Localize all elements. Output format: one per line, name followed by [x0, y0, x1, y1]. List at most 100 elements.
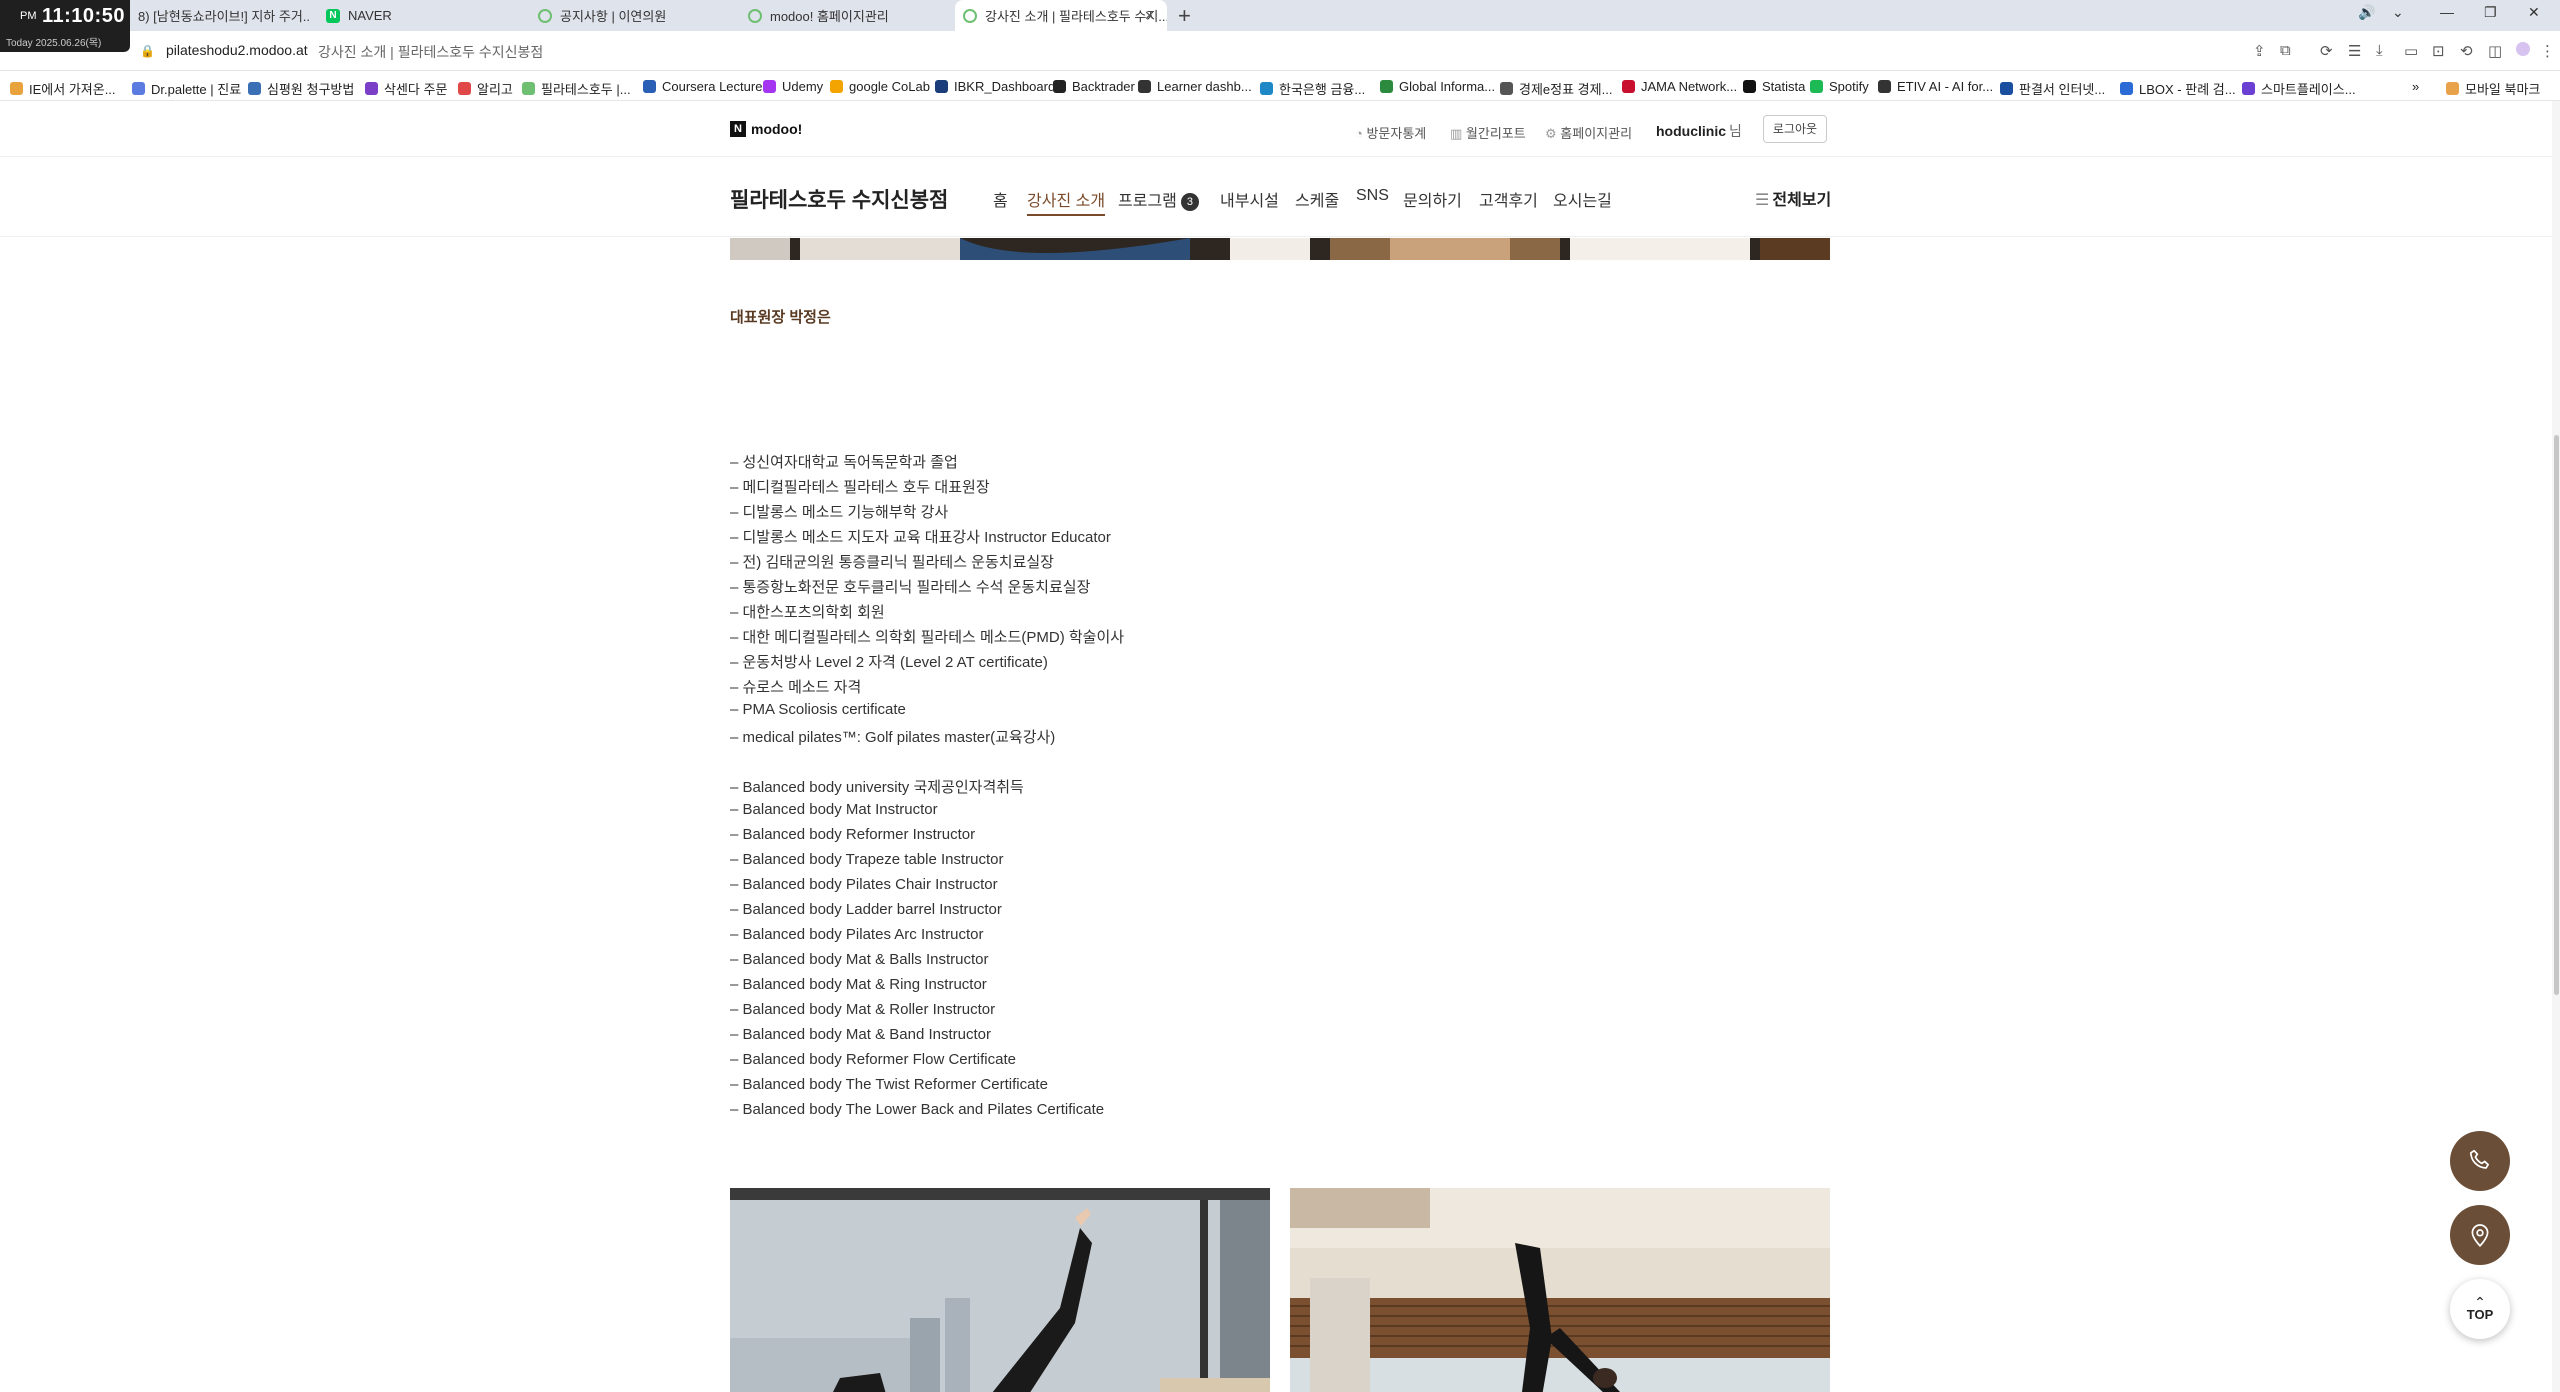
- bookmark-label: IE에서 가져온...: [29, 82, 116, 97]
- sidebar-icon[interactable]: ◫: [2488, 42, 2502, 60]
- phone-icon: [2469, 1149, 2489, 1169]
- scroll-top-button[interactable]: ⌃ TOP: [2450, 1279, 2510, 1339]
- bookmark-item[interactable]: IBKR_Dashboard: [935, 79, 1055, 94]
- clock-widget: PM 11:10:50 Today 2025.06.26(목): [0, 0, 130, 52]
- bookmark-item[interactable]: 삭센다 주문: [365, 79, 447, 98]
- lock-icon[interactable]: 🔒: [140, 44, 155, 58]
- bookmark-icon: [522, 82, 535, 95]
- bookmark-icon: [365, 82, 378, 95]
- extension-icon[interactable]: ⧉: [2280, 42, 2291, 59]
- homepage-admin-link[interactable]: ⚙ 홈페이지관리: [1545, 123, 1632, 142]
- close-window-icon[interactable]: ✕: [2528, 4, 2540, 21]
- bookmark-item[interactable]: 심평원 청구방법: [248, 79, 354, 98]
- folder-icon: [2446, 82, 2459, 95]
- mobile-bookmarks-folder[interactable]: 모바일 북마크: [2446, 79, 2540, 98]
- restore-icon[interactable]: ❐: [2484, 4, 2497, 21]
- naver-favicon-icon: N: [326, 8, 340, 23]
- credential-item: – 디발롱스 메소드 기능해부학 강사: [730, 504, 949, 521]
- nav-instructors[interactable]: 강사진 소개: [1027, 187, 1106, 216]
- cast-icon[interactable]: ▭: [2404, 42, 2418, 60]
- bookmark-item[interactable]: LBOX - 판례 검...: [2120, 79, 2236, 98]
- tab-notice[interactable]: 공지사항 | 이연의원: [530, 0, 730, 31]
- bookmark-icon: [935, 80, 948, 93]
- bookmark-icon: [2000, 82, 2013, 95]
- credential-item: – Balanced body Mat & Balls Instructor: [730, 951, 989, 968]
- bookmark-label: 판결서 인터넷...: [2019, 82, 2106, 97]
- bookmark-item[interactable]: Spotify: [1810, 79, 1869, 94]
- bookmark-item[interactable]: Global Informa...: [1380, 79, 1495, 94]
- bookmark-item[interactable]: Learner dashb...: [1138, 79, 1252, 94]
- bookmark-item[interactable]: IE에서 가져온...: [10, 79, 116, 98]
- nav-schedule[interactable]: 스케줄: [1295, 187, 1339, 211]
- bookmark-icon: [763, 80, 776, 93]
- tab-instructors[interactable]: 강사진 소개 | 필라테스호두 수지... ✕: [955, 0, 1167, 31]
- tab-label: modoo! 홈페이지관리: [770, 9, 889, 24]
- refresh-icon[interactable]: ⟳: [2320, 42, 2333, 60]
- nav-facility[interactable]: 내부시설: [1220, 187, 1279, 211]
- nav-program[interactable]: 프로그램 3: [1118, 187, 1199, 211]
- nav-home[interactable]: 홈: [993, 187, 1008, 211]
- credential-item: – 통증항노화전문 호두클리닉 필라테스 수석 운동치료실장: [730, 579, 1091, 596]
- bookmark-item[interactable]: ETIV AI - AI for...: [1878, 79, 1993, 94]
- site-navigation: 필라테스호두 수지신봉점 홈 강사진 소개 프로그램 3 내부시설 스케줄 SNS…: [0, 157, 2560, 237]
- bookmark-item[interactable]: Statista: [1743, 79, 1805, 94]
- nav-inquiry[interactable]: 문의하기: [1403, 187, 1462, 211]
- bookmark-label: Coursera Lecture: [662, 79, 763, 94]
- share-icon[interactable]: ⇪: [2253, 42, 2266, 60]
- monthly-report-link[interactable]: ▥ 월간리포트: [1450, 123, 1526, 142]
- scrollbar-thumb[interactable]: [2554, 435, 2559, 995]
- screenshot-icon[interactable]: ⊡: [2432, 42, 2445, 60]
- bookmark-label: 경제e정표 경제...: [1519, 82, 1613, 97]
- bookmark-item[interactable]: 스마트플레이스...: [2242, 79, 2356, 98]
- credential-item: – Balanced body Pilates Arc Instructor: [730, 926, 984, 943]
- history-icon[interactable]: ⟲: [2460, 42, 2473, 60]
- credential-item: – PMA Scoliosis certificate: [730, 701, 906, 718]
- bookmark-icon: [643, 80, 656, 93]
- tab-0[interactable]: 8) [남현동쇼라이브!] 지하 주거...: [130, 0, 310, 31]
- tab-label: 강사진 소개 | 필라테스호두 수지...: [985, 9, 1167, 24]
- bookmark-item[interactable]: 알리고: [458, 79, 513, 98]
- phone-call-button[interactable]: [2450, 1131, 2510, 1191]
- chevron-down-icon[interactable]: ⌄: [2392, 4, 2404, 21]
- bookmarks-overflow-icon[interactable]: »: [2412, 79, 2419, 94]
- nav-directions[interactable]: 오시는길: [1553, 187, 1612, 211]
- modoo-logo[interactable]: Nmodoo!: [730, 121, 802, 137]
- close-tab-icon[interactable]: ✕: [1144, 8, 1155, 24]
- nav-reviews[interactable]: 고객후기: [1479, 187, 1538, 211]
- location-button[interactable]: [2450, 1205, 2510, 1265]
- media-icon[interactable]: 🔊: [2358, 4, 2375, 21]
- url-text[interactable]: pilateshodu2.modoo.at: [166, 42, 308, 58]
- credential-item: – Balanced body Ladder barrel Instructor: [730, 901, 1002, 918]
- bookmark-item[interactable]: 판결서 인터넷...: [2000, 79, 2105, 98]
- credential-item: – Balanced body Trapeze table Instructor: [730, 851, 1004, 868]
- all-view-button[interactable]: ☰ 전체보기: [1755, 186, 1831, 210]
- logout-button[interactable]: 로그아웃: [1763, 115, 1827, 143]
- gear-icon: ⚙: [1545, 126, 1561, 141]
- nav-sns[interactable]: SNS: [1356, 187, 1389, 205]
- site-title[interactable]: 필라테스호두 수지신봉점: [730, 184, 948, 214]
- program-count-badge: 3: [1180, 193, 1199, 211]
- bookmark-item[interactable]: 경제e정표 경제...: [1500, 79, 1612, 98]
- modoo-n-icon: N: [730, 121, 746, 137]
- bookmark-label: Backtrader: [1072, 79, 1135, 94]
- credential-item: – 디발롱스 메소드 지도자 교육 대표강사 Instructor Educat…: [730, 529, 1111, 546]
- bookmark-item[interactable]: google CoLab: [830, 79, 930, 94]
- user-id: hoduclinic: [1656, 123, 1726, 139]
- bookmark-label: Statista: [1762, 79, 1806, 94]
- profile-avatar-icon[interactable]: [2516, 42, 2530, 56]
- bookmark-item[interactable]: Backtrader: [1053, 79, 1135, 94]
- bookmark-item[interactable]: Coursera Lecture: [643, 79, 762, 94]
- bookmark-item[interactable]: Udemy: [763, 79, 823, 94]
- bookmark-item[interactable]: JAMA Network...: [1622, 79, 1737, 94]
- minimize-icon[interactable]: —: [2440, 4, 2454, 20]
- visitor-stats-link[interactable]: ◔ 방문자통계: [1355, 123, 1426, 142]
- bookmark-item[interactable]: Dr.palette | 진료: [132, 79, 241, 98]
- menu-icon[interactable]: ⋮: [2540, 42, 2555, 60]
- reading-list-icon[interactable]: ☰: [2348, 42, 2361, 60]
- download-icon[interactable]: ⤓: [2376, 42, 2383, 59]
- bookmark-item[interactable]: 필라테스호두 |...: [522, 79, 631, 98]
- new-tab-icon[interactable]: +: [1178, 3, 1191, 29]
- tab-modoo-admin[interactable]: modoo! 홈페이지관리: [740, 0, 940, 31]
- bookmark-item[interactable]: 한국은행 금융...: [1260, 79, 1365, 98]
- tab-naver[interactable]: N NAVER: [318, 0, 518, 31]
